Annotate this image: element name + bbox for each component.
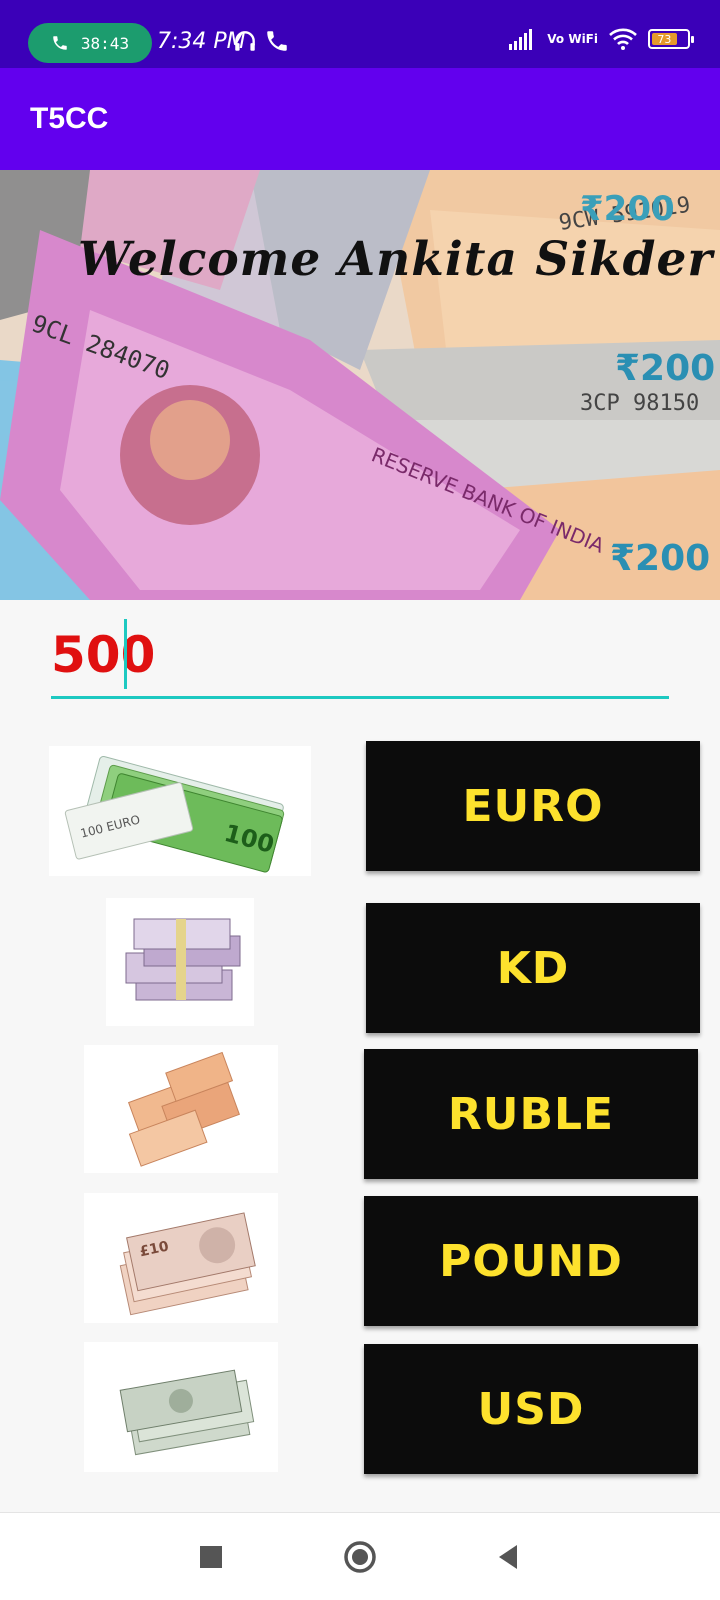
usd-notes-image [84,1342,278,1472]
recents-button[interactable] [198,1535,224,1583]
text-cursor [124,619,127,689]
back-button[interactable] [495,1535,521,1583]
amount-input[interactable] [51,615,669,695]
usd-button[interactable]: USD [364,1344,698,1474]
system-navigation-bar [0,1512,720,1600]
welcome-heading: Welcome Ankita Sikder [78,232,714,287]
kd-notes-image [106,898,254,1026]
ongoing-call-pill[interactable]: 38:43 [28,23,152,63]
triangle-back-icon [499,1545,517,1569]
wifi-icon [609,28,637,50]
pound-notes-image: £10 [84,1193,278,1323]
welcome-banner: RESERVE BANK OF INDIA 9CL 284070 9CW 591… [0,170,720,600]
pound-button[interactable]: POUND [364,1196,698,1326]
battery-level: 73 [652,33,677,46]
kd-button[interactable]: KD [366,903,700,1033]
ruble-button[interactable]: RUBLE [364,1049,698,1179]
phone-icon [53,36,67,50]
signal-icon [509,29,533,50]
svg-text:3CP 98150: 3CP 98150 [580,391,699,416]
svg-text:₹200: ₹200 [610,538,710,579]
circle-icon [344,1541,376,1573]
amount-input-underline [51,696,669,699]
amount-field[interactable] [51,615,669,699]
headphones-icon [235,31,255,51]
battery-icon: 73 [648,29,694,49]
call-timer: 38:43 [80,33,130,53]
square-icon [200,1546,222,1568]
home-button[interactable] [342,1535,378,1583]
svg-text:₹200: ₹200 [580,189,675,229]
vowifi-indicator: Vo WiFi [547,32,598,46]
svg-text:₹200: ₹200 [615,348,715,389]
euro-button[interactable]: EURO [366,741,700,871]
app-title: T5CC [30,102,109,135]
phone-icon [267,31,287,51]
status-bar: 38:43 7:34 PM Vo WiFi 73 [0,0,720,68]
ruble-notes-image [84,1045,278,1173]
euro-notes-image: 100 100 EURO [49,746,311,876]
app-bar: T5CC [0,68,720,170]
